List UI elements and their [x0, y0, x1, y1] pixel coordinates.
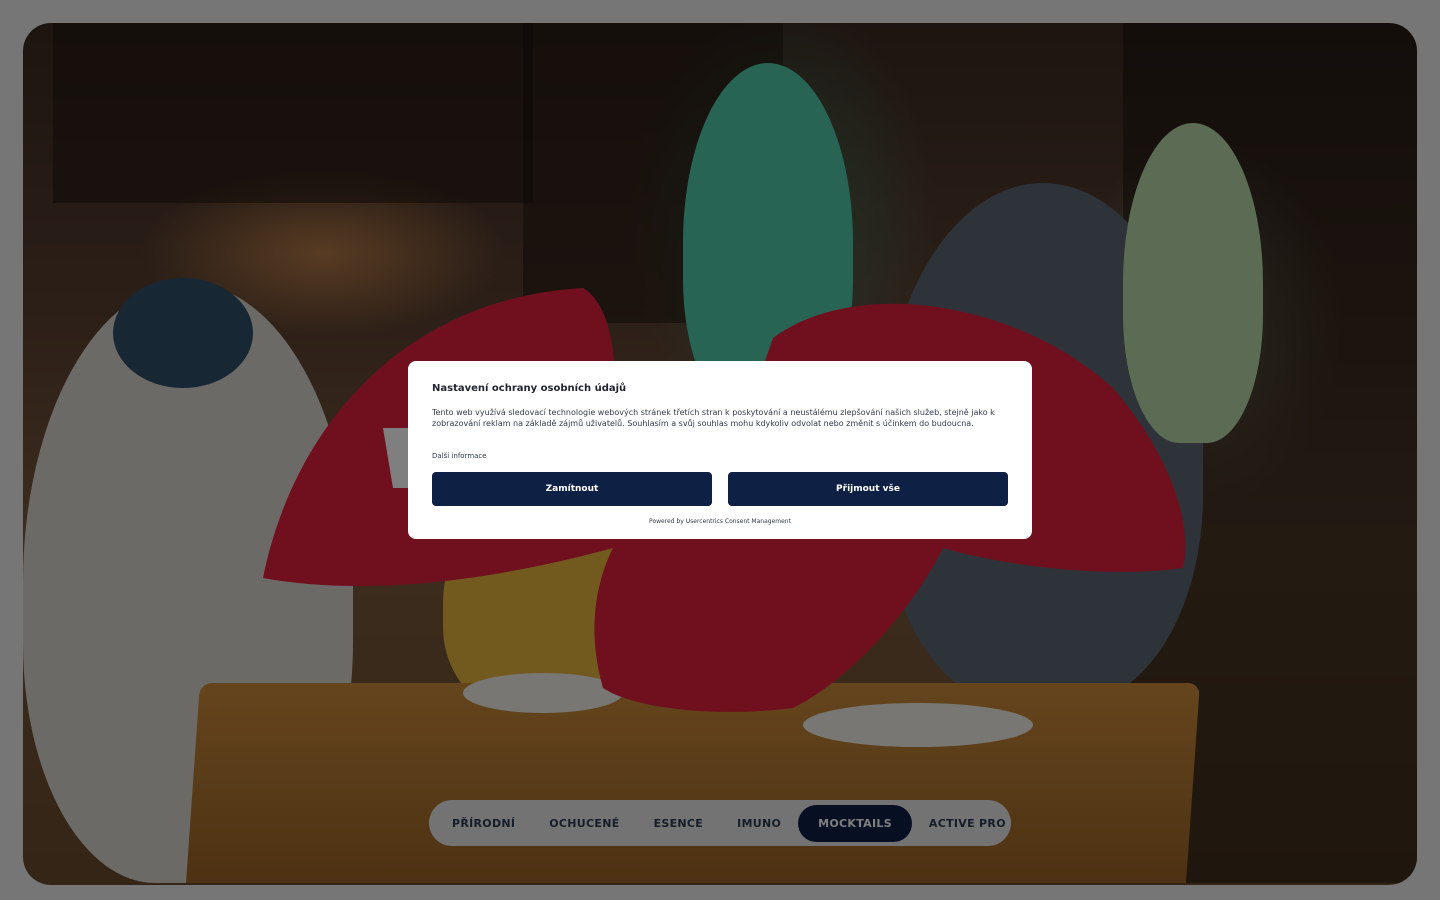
- accept-all-button[interactable]: Přijmout vše: [728, 472, 1008, 506]
- more-info-link[interactable]: Další informace: [432, 452, 487, 460]
- consent-buttons: Zamítnout Přijmout vše: [432, 472, 1008, 506]
- consent-text: Tento web využívá sledovací technologie …: [432, 408, 995, 428]
- consent-title: Nastavení ochrany osobních údajů: [432, 383, 627, 394]
- consent-dialog: Nastavení ochrany osobních údajů Tento w…: [408, 361, 1032, 539]
- powered-by-text: Powered by Usercentrics Consent Manageme…: [649, 518, 791, 525]
- deny-button[interactable]: Zamítnout: [432, 472, 712, 506]
